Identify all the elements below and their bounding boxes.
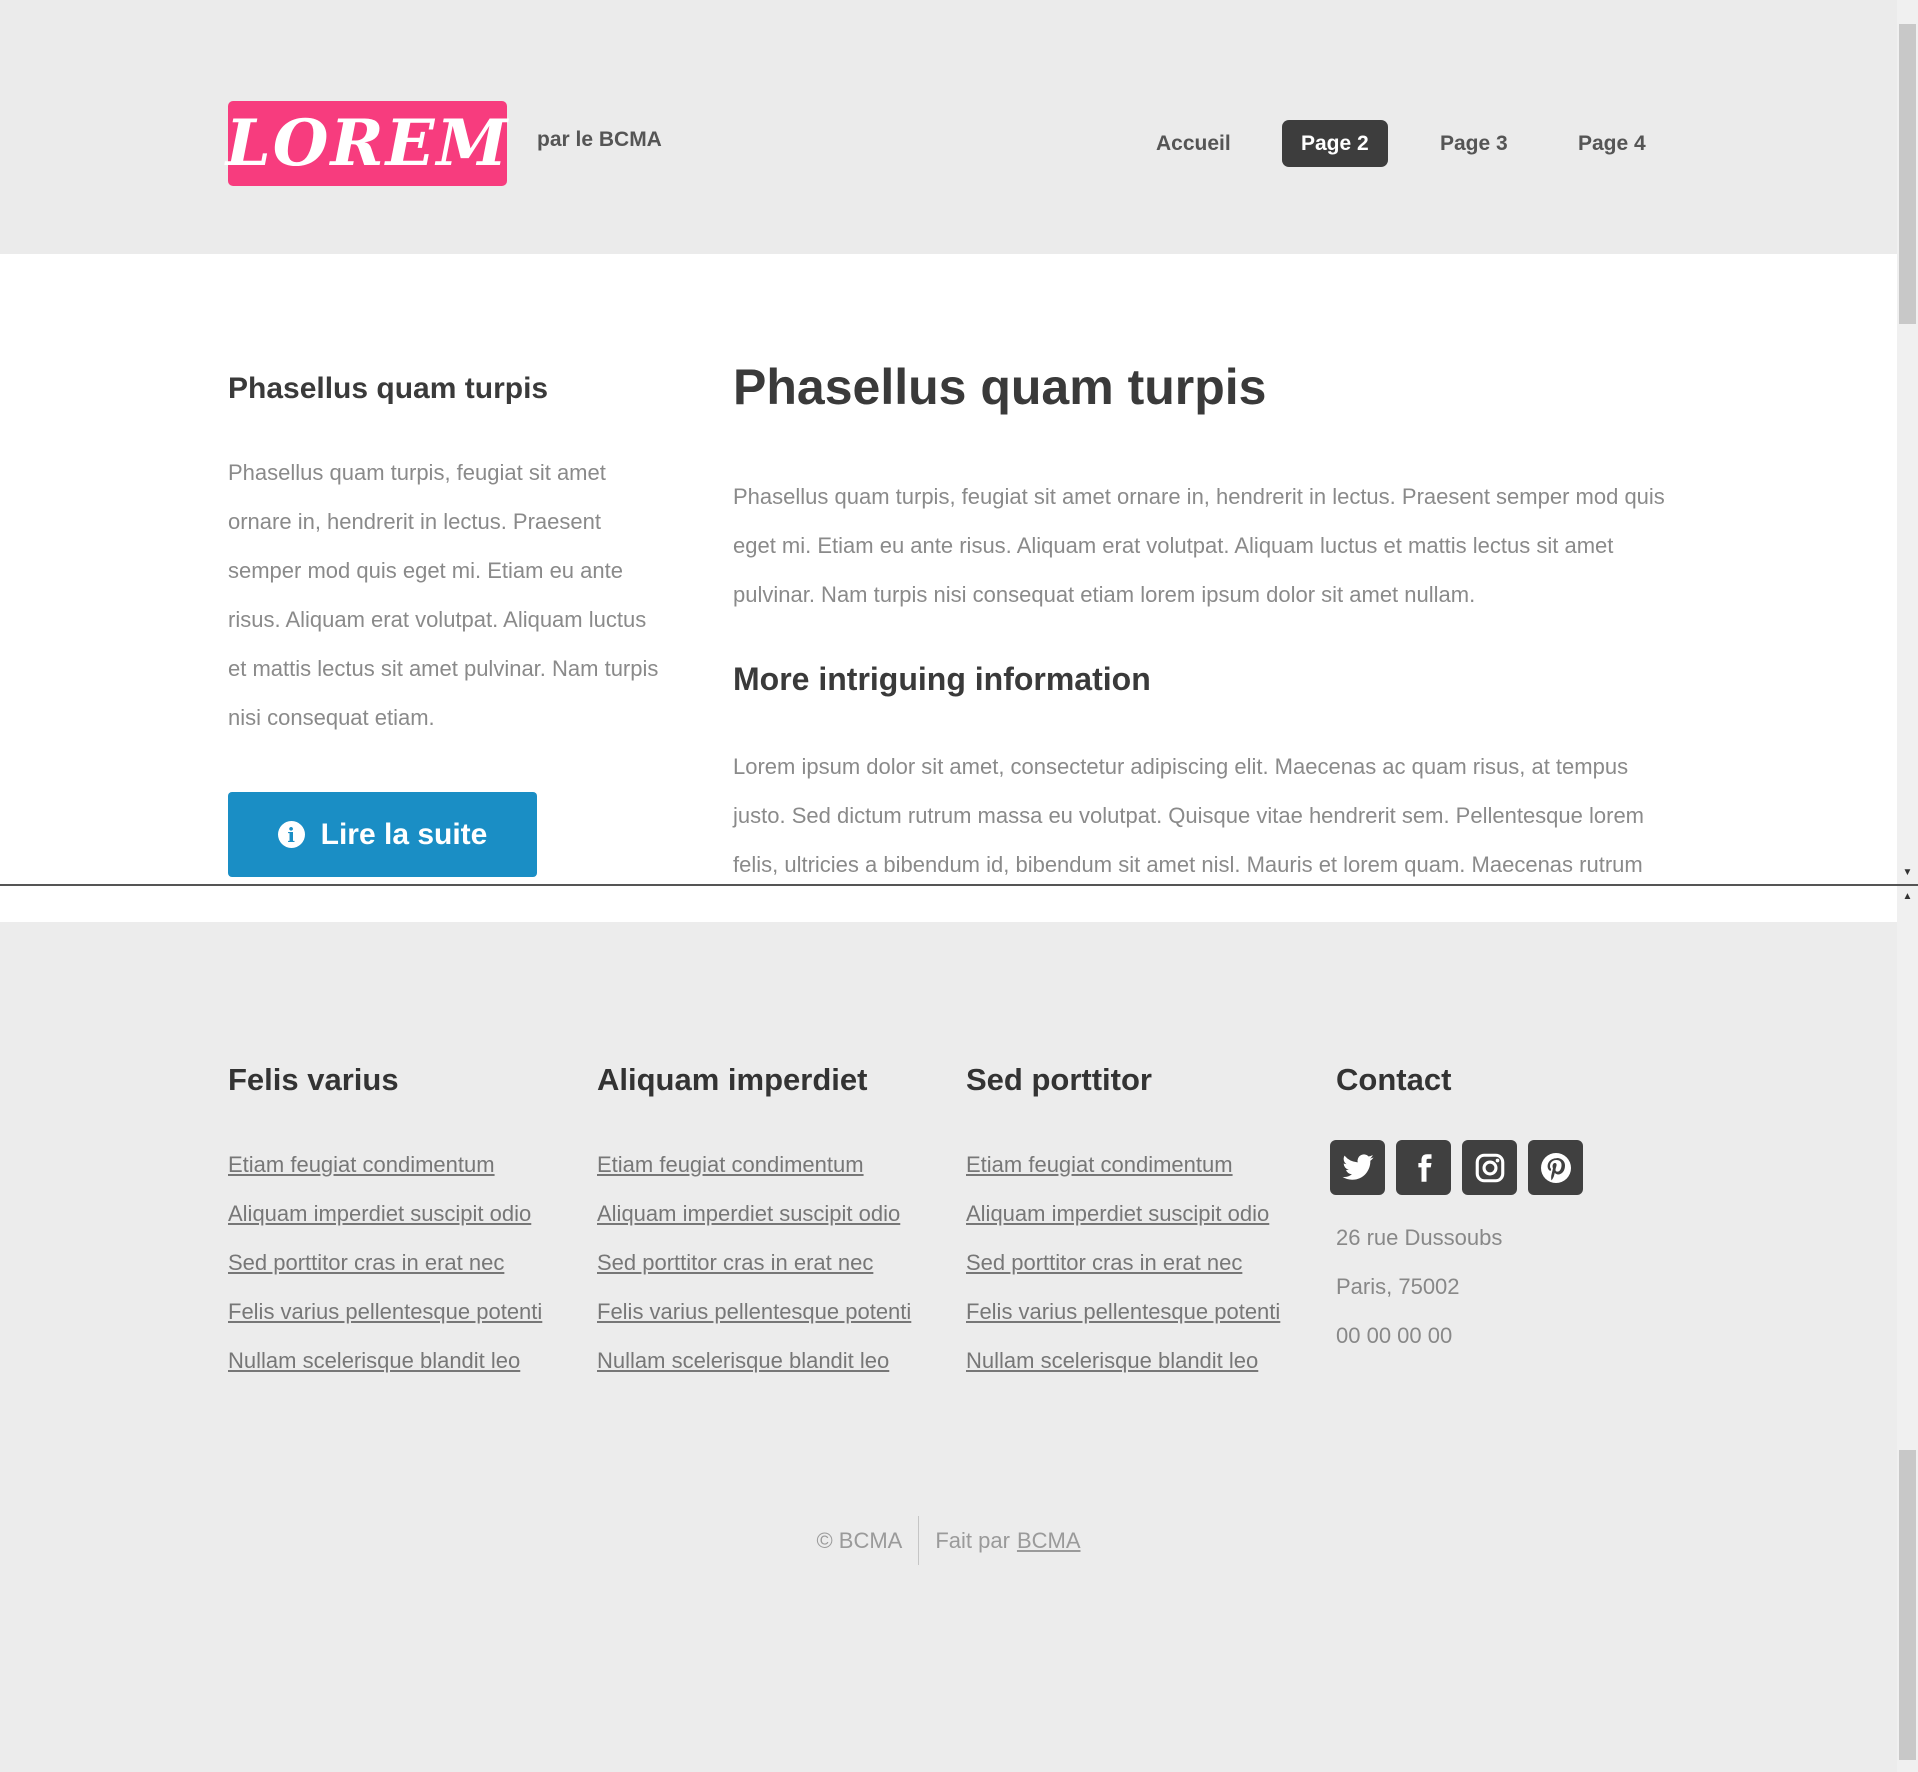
made-by-link[interactable]: BCMA bbox=[1017, 1528, 1081, 1554]
tagline: par le BCMA bbox=[537, 128, 662, 151]
footer-link[interactable]: Nullam scelerisque blandit leo bbox=[966, 1336, 1280, 1385]
nav-item-accueil[interactable]: Accueil bbox=[1137, 120, 1250, 167]
phone-number: 00 00 00 00 bbox=[1336, 1323, 1453, 1348]
footer-link[interactable]: Sed porttitor cras in erat nec bbox=[966, 1238, 1280, 1287]
footer-link[interactable]: Felis varius pellentesque potenti bbox=[966, 1287, 1280, 1336]
footer-link[interactable]: Nullam scelerisque blandit leo bbox=[228, 1336, 542, 1385]
footer-link[interactable]: Etiam feugiat condimentum bbox=[228, 1140, 542, 1189]
bottom-scroll-thumb[interactable] bbox=[1899, 1450, 1916, 1760]
facebook-icon[interactable] bbox=[1396, 1140, 1451, 1195]
made-by-prefix: Fait par bbox=[935, 1527, 1010, 1553]
top-scroll-thumb[interactable] bbox=[1899, 24, 1916, 324]
footer-column-title: Felis varius bbox=[228, 1062, 399, 1097]
footer-column-title: Aliquam imperdiet bbox=[597, 1062, 868, 1097]
copyright-text: © BCMA bbox=[816, 1527, 903, 1553]
pinterest-icon[interactable] bbox=[1528, 1140, 1583, 1195]
footer-link[interactable]: Aliquam imperdiet suscipit odio bbox=[597, 1189, 911, 1238]
footer-link[interactable]: Felis varius pellentesque potenti bbox=[597, 1287, 911, 1336]
footer-link[interactable]: Aliquam imperdiet suscipit odio bbox=[966, 1189, 1280, 1238]
footer-link[interactable]: Sed porttitor cras in erat nec bbox=[228, 1238, 542, 1287]
bottom-pane: Felis varius Etiam feugiat condimentum A… bbox=[0, 886, 1897, 1772]
social-links bbox=[1330, 1140, 1583, 1195]
copyright-bar: © BCMA Fait par BCMA bbox=[0, 1516, 1897, 1565]
footer-link[interactable]: Nullam scelerisque blandit leo bbox=[597, 1336, 911, 1385]
nav-item-page-4[interactable]: Page 4 bbox=[1559, 120, 1665, 167]
footer-column-contact: Contact bbox=[1336, 1062, 1451, 1098]
content-bottom-strip bbox=[0, 886, 1897, 922]
scroll-up-arrow-icon[interactable]: ▲ bbox=[1897, 890, 1918, 904]
footer-link[interactable]: Aliquam imperdiet suscipit odio bbox=[228, 1189, 542, 1238]
main-paragraph: Phasellus quam turpis, feugiat sit amet … bbox=[733, 484, 1665, 607]
address-line-2: Paris, 75002 bbox=[1336, 1274, 1460, 1299]
bottom-scrollbar[interactable]: ▲ bbox=[1897, 886, 1918, 1772]
footer-column-title: Sed porttitor bbox=[966, 1062, 1152, 1097]
sidebar-text: Phasellus quam turpis, feugiat sit amet … bbox=[228, 460, 659, 730]
footer-link[interactable]: Sed porttitor cras in erat nec bbox=[597, 1238, 911, 1287]
nav-item-page-2[interactable]: Page 2 bbox=[1282, 120, 1388, 167]
sidebar-title: Phasellus quam turpis bbox=[228, 372, 549, 405]
read-more-button[interactable]: i Lire la suite bbox=[228, 792, 537, 877]
copyright-divider bbox=[918, 1516, 920, 1565]
scroll-down-arrow-icon[interactable]: ▼ bbox=[1897, 866, 1918, 880]
contact-title: Contact bbox=[1336, 1062, 1452, 1097]
twitter-icon[interactable] bbox=[1330, 1140, 1385, 1195]
contact-info: 26 rue Dussoubs Paris, 75002 00 00 00 00 bbox=[1336, 1213, 1502, 1360]
top-scrollbar[interactable]: ▼ bbox=[1897, 0, 1918, 884]
address-line-1: 26 rue Dussoubs bbox=[1336, 1225, 1503, 1250]
info-icon: i bbox=[277, 821, 305, 848]
footer-link[interactable]: Etiam feugiat condimentum bbox=[966, 1140, 1280, 1189]
read-more-label: Lire la suite bbox=[320, 817, 488, 851]
main-subtitle: More intriguing information bbox=[733, 661, 1151, 697]
main-title: Phasellus quam turpis bbox=[733, 359, 1267, 415]
nav-item-page-3[interactable]: Page 3 bbox=[1421, 120, 1527, 167]
footer-column-aliquam: Aliquam imperdiet Etiam feugiat condimen… bbox=[597, 1062, 911, 1385]
site-header: LOREM par le BCMA Accueil Page 2 Page 3 … bbox=[0, 0, 1897, 254]
top-pane: LOREM par le BCMA Accueil Page 2 Page 3 … bbox=[0, 0, 1897, 884]
footer-column-sed: Sed porttitor Etiam feugiat condimentum … bbox=[966, 1062, 1280, 1385]
footer-column-felis: Felis varius Etiam feugiat condimentum A… bbox=[228, 1062, 542, 1385]
footer-link[interactable]: Felis varius pellentesque potenti bbox=[228, 1287, 542, 1336]
main-subparagraph: Lorem ipsum dolor sit amet, consectetur … bbox=[733, 754, 1645, 877]
logo[interactable]: LOREM bbox=[226, 101, 507, 186]
instagram-icon[interactable] bbox=[1462, 1140, 1517, 1195]
footer-link[interactable]: Etiam feugiat condimentum bbox=[597, 1140, 911, 1189]
